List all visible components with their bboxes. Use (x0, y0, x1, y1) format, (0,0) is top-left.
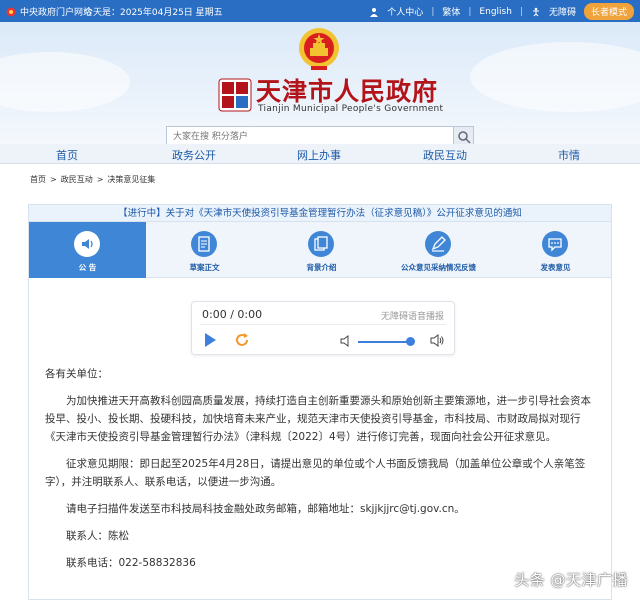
tab-icon-bg (74, 231, 100, 257)
nav-item-home[interactable]: 首页 (56, 147, 78, 163)
traditional-chinese-link[interactable]: 繁体 (442, 5, 460, 18)
search-box (166, 126, 474, 144)
user-icon (370, 7, 379, 17)
accessibility-icon (532, 7, 539, 16)
play-icon[interactable] (202, 332, 218, 348)
volume-slider[interactable] (358, 341, 412, 343)
nav-item-city-info[interactable]: 市情 (558, 147, 580, 163)
cloud-decoration (0, 52, 130, 112)
breadcrumb-current[interactable]: 决策意见征集 (107, 174, 155, 185)
tab-label: 发表意见 (540, 263, 571, 272)
audio-player: 0:00 / 0:00 无障碍语音播报 (191, 301, 455, 355)
watermark: 头条 @天津广播 (514, 571, 628, 589)
nav-item-interaction[interactable]: 政民互动 (423, 147, 467, 163)
volume-low-icon[interactable] (340, 335, 352, 347)
tab-icon-bg (542, 231, 568, 257)
portal-link-label[interactable]: 中央政府门户网站 (20, 5, 92, 18)
paragraph: 请电子扫描件发送至市科技局科技金融处政务邮箱，邮箱地址：skjjkjjrc@tj… (66, 503, 465, 515)
volume-slider-handle[interactable] (406, 337, 415, 346)
tianjin-seal-icon (218, 78, 252, 112)
pen-icon (431, 236, 446, 252)
tab-label: 公 告 (78, 263, 97, 272)
breadcrumb-separator: > (96, 175, 104, 184)
breadcrumb-separator: > (50, 175, 57, 184)
notice-title: 【进行中】关于对《天津市天使投资引导基金管理暂行办法（征求意见稿）》公开征求意见… (29, 205, 611, 222)
reload-icon[interactable] (234, 332, 250, 348)
divider: | (519, 6, 523, 17)
nav-item-online-services[interactable]: 网上办事 (297, 147, 341, 163)
tab-background[interactable]: 背景介绍 (263, 222, 380, 278)
top-bar: 中央政府门户网站 今天是：2025年04月25日 星期五 个人中心 | 繁体 |… (0, 0, 640, 22)
salutation: 各有关单位： (45, 368, 108, 380)
breadcrumb-home[interactable]: 首页 (30, 174, 46, 185)
site-header: 天津市人民政府 Tianjin Municipal People's Gover… (0, 22, 640, 144)
elder-mode-button[interactable]: 长者模式 (583, 3, 634, 20)
main-nav: 首页 政务公开 网上办事 政民互动 市情 (0, 144, 640, 164)
contact-person: 联系人：陈松 (66, 530, 129, 542)
audio-time: 0:00 / 0:00 (202, 308, 263, 321)
breadcrumb-interaction[interactable]: 政民互动 (61, 174, 93, 185)
tab-draft-text[interactable]: 草案正文 (146, 222, 263, 278)
site-subtitle: Tianjin Municipal People's Government (258, 104, 444, 114)
divider: | (468, 6, 472, 17)
nav-item-gov-affairs[interactable]: 政务公开 (172, 147, 216, 163)
document-icon (198, 236, 210, 252)
copy-icon (314, 236, 328, 251)
paragraph: 征求意见期限：即日起至2025年4月28日，请提出意见的单位或个人书面反馈我局（… (45, 458, 586, 488)
tab-icon-bg (191, 231, 217, 257)
notice-panel: 【进行中】关于对《天津市天使投资引导基金管理暂行办法（征求意见稿）》公开征求意见… (28, 204, 612, 600)
divider (200, 324, 446, 325)
date-text: 今天是：2025年04月25日 星期五 (84, 8, 223, 18)
cloud-decoration (470, 42, 640, 112)
tab-icon-bg (425, 231, 451, 257)
tab-label: 背景介绍 (306, 263, 337, 272)
tab-icon-bg (308, 231, 334, 257)
speaker-icon (82, 239, 93, 249)
national-emblem-icon (299, 28, 339, 70)
volume-high-icon[interactable] (430, 334, 444, 347)
tab-feedback[interactable]: 公众意见采纳情况反馈 (380, 222, 497, 278)
notice-body: 各有关单位： 为加快推进天开高教科创园高质量发展，持续打造自主创新重要源头和原始… (45, 365, 601, 581)
paragraph: 为加快推进天开高教科创园高质量发展，持续打造自主创新重要源头和原始创新主要策源地… (45, 395, 591, 443)
english-link[interactable]: English (479, 7, 512, 17)
tab-label: 公众意见采纳情况反馈 (401, 263, 476, 272)
search-input[interactable] (167, 127, 453, 144)
tab-bar: 公 告 草案正文 背景介绍 公众意见采纳情况反馈 发表意见 (29, 222, 611, 278)
national-emblem-mini-icon (6, 7, 16, 16)
breadcrumb: 首页 > 政民互动 > 决策意见征集 (30, 174, 155, 185)
tab-label: 草案正文 (189, 263, 220, 272)
tab-submit-opinion[interactable]: 发表意见 (497, 222, 614, 278)
search-icon (458, 131, 471, 144)
personal-center-link[interactable]: 个人中心 (387, 5, 423, 18)
accessibility-link[interactable]: 无障碍 (549, 5, 576, 18)
search-button[interactable] (453, 127, 473, 144)
portal-link[interactable]: 中央政府门户网站 (6, 5, 92, 18)
audio-label: 无障碍语音播报 (380, 312, 444, 322)
divider: | (431, 6, 435, 17)
site-title: 天津市人民政府 (256, 77, 439, 106)
tab-announcement[interactable]: 公 告 (29, 222, 146, 278)
comment-icon (548, 238, 562, 252)
